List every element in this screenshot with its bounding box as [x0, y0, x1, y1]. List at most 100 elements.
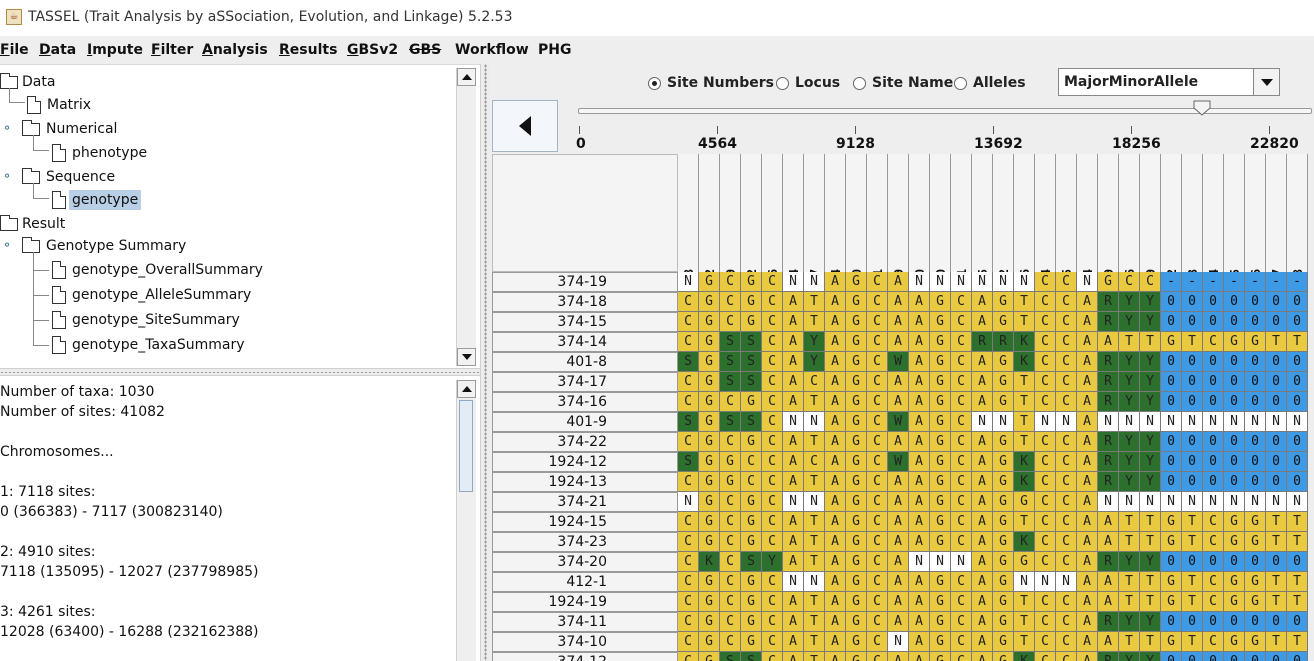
genotype-cell[interactable]: A	[1077, 292, 1098, 312]
genotype-cell[interactable]: C	[762, 612, 783, 632]
scroll-up-button[interactable]	[457, 68, 476, 86]
genotype-cell[interactable]: C	[1203, 532, 1224, 552]
genotype-cell[interactable]: A	[972, 632, 993, 652]
genotype-cell[interactable]: R	[1098, 392, 1119, 412]
genotype-cell[interactable]: A	[972, 452, 993, 472]
genotype-cell[interactable]: T	[1182, 572, 1203, 592]
genotype-cell[interactable]: 0	[1203, 612, 1224, 632]
genotype-cell[interactable]: C	[867, 652, 888, 661]
genotype-cell[interactable]: A	[888, 572, 909, 592]
genotype-cell[interactable]: C	[1035, 272, 1056, 292]
genotype-cell[interactable]: S	[678, 352, 699, 372]
column-header[interactable]: 20540: 6173726	[1245, 154, 1266, 272]
genotype-cell[interactable]: K	[1014, 452, 1035, 472]
genotype-cell[interactable]: C	[951, 512, 972, 532]
genotype-cell[interactable]: G	[699, 632, 720, 652]
column-header[interactable]: 20535: 6173719	[1140, 154, 1161, 272]
genotype-cell[interactable]: 0	[1245, 472, 1266, 492]
genotype-cell[interactable]: C	[1203, 572, 1224, 592]
genotype-cell[interactable]: Y	[1140, 552, 1161, 572]
genotype-cell[interactable]: 0	[1266, 472, 1287, 492]
genotype-cell[interactable]: Y	[1119, 612, 1140, 632]
genotype-cell[interactable]: G	[846, 492, 867, 512]
genotype-cell[interactable]: G	[699, 432, 720, 452]
genotype-cell[interactable]: R	[1098, 472, 1119, 492]
genotype-cell[interactable]: G	[699, 292, 720, 312]
genotype-cell[interactable]: A	[783, 512, 804, 532]
genotype-cell[interactable]: C	[951, 632, 972, 652]
genotype-cell[interactable]: Y	[804, 332, 825, 352]
genotype-cell[interactable]: A	[972, 372, 993, 392]
genotype-cell[interactable]: G	[699, 372, 720, 392]
genotype-cell[interactable]: G	[846, 392, 867, 412]
genotype-cell[interactable]: 0	[1203, 552, 1224, 572]
genotype-cell[interactable]: A	[1098, 532, 1119, 552]
genotype-cell[interactable]: A	[825, 352, 846, 372]
genotype-cell[interactable]: C	[1035, 352, 1056, 372]
genotype-cell[interactable]: R	[1098, 352, 1119, 372]
genotype-cell[interactable]: G	[1224, 512, 1245, 532]
genotype-cell[interactable]: T	[1266, 512, 1287, 532]
genotype-cell[interactable]: 0	[1203, 452, 1224, 472]
genotype-cell[interactable]: N	[1098, 492, 1119, 512]
genotype-cell[interactable]: G	[741, 512, 762, 532]
genotype-cell[interactable]: G	[846, 592, 867, 612]
row-label[interactable]: 374-12	[492, 652, 678, 661]
column-header[interactable]: 20537: 6173723	[1182, 154, 1203, 272]
genotype-cell[interactable]: S	[720, 332, 741, 352]
genotype-cell[interactable]: 0	[1287, 392, 1308, 412]
genotype-cell[interactable]: R	[1098, 292, 1119, 312]
genotype-cell[interactable]: G	[846, 632, 867, 652]
site-slider-thumb[interactable]	[1193, 100, 1211, 116]
genotype-cell[interactable]: A	[825, 472, 846, 492]
genotype-cell[interactable]: Y	[1140, 312, 1161, 332]
genotype-cell[interactable]: K	[1014, 352, 1035, 372]
genotype-cell[interactable]: 0	[1245, 552, 1266, 572]
genotype-cell[interactable]: G	[741, 272, 762, 292]
column-header[interactable]: 20516: 5632912	[741, 154, 762, 272]
genotype-cell[interactable]: C	[1056, 452, 1077, 472]
genotype-cell[interactable]: C	[720, 392, 741, 412]
genotype-cell[interactable]: T	[1014, 512, 1035, 532]
genotype-cell[interactable]: T	[1287, 512, 1308, 532]
genotype-cell[interactable]: A	[783, 552, 804, 572]
genotype-cell[interactable]: G	[930, 592, 951, 612]
row-label[interactable]: 401-8	[492, 352, 678, 372]
expand-handle-icon[interactable]: ⚬	[2, 239, 12, 251]
genotype-cell[interactable]: C	[1035, 512, 1056, 532]
genotype-cell[interactable]: A	[783, 372, 804, 392]
genotype-cell[interactable]: A	[888, 592, 909, 612]
genotype-cell[interactable]: A	[888, 492, 909, 512]
genotype-cell[interactable]: A	[1077, 612, 1098, 632]
genotype-cell[interactable]: C	[720, 272, 741, 292]
genotype-cell[interactable]: 0	[1182, 612, 1203, 632]
genotype-cell[interactable]: C	[1035, 332, 1056, 352]
genotype-cell[interactable]: C	[1035, 612, 1056, 632]
genotype-cell[interactable]: G	[993, 572, 1014, 592]
genotype-cell[interactable]: G	[1098, 272, 1119, 292]
genotype-cell[interactable]: C	[804, 452, 825, 472]
genotype-cell[interactable]: G	[699, 512, 720, 532]
genotype-cell[interactable]: N	[972, 412, 993, 432]
genotype-cell[interactable]: 0	[1224, 452, 1245, 472]
genotype-cell[interactable]: C	[1056, 492, 1077, 512]
genotype-cell[interactable]: A	[783, 332, 804, 352]
genotype-cell[interactable]: G	[1161, 332, 1182, 352]
genotype-cell[interactable]: C	[720, 292, 741, 312]
genotype-cell[interactable]: 0	[1161, 352, 1182, 372]
genotype-cell[interactable]: G	[1245, 532, 1266, 552]
genotype-cell[interactable]: A	[825, 372, 846, 392]
genotype-cell[interactable]: C	[678, 512, 699, 532]
genotype-cell[interactable]: N	[930, 552, 951, 572]
genotype-cell[interactable]: C	[762, 652, 783, 661]
genotype-cell[interactable]: G	[993, 492, 1014, 512]
genotype-cell[interactable]: Y	[1119, 372, 1140, 392]
genotype-cell[interactable]: K	[1014, 532, 1035, 552]
genotype-cell[interactable]: S	[678, 452, 699, 472]
genotype-cell[interactable]: C	[1035, 552, 1056, 572]
genotype-cell[interactable]: A	[909, 492, 930, 512]
genotype-cell[interactable]: 0	[1266, 312, 1287, 332]
genotype-cell[interactable]: C	[1203, 512, 1224, 532]
genotype-cell[interactable]: N	[678, 492, 699, 512]
column-header[interactable]: 20528: 5910702	[993, 154, 1014, 272]
